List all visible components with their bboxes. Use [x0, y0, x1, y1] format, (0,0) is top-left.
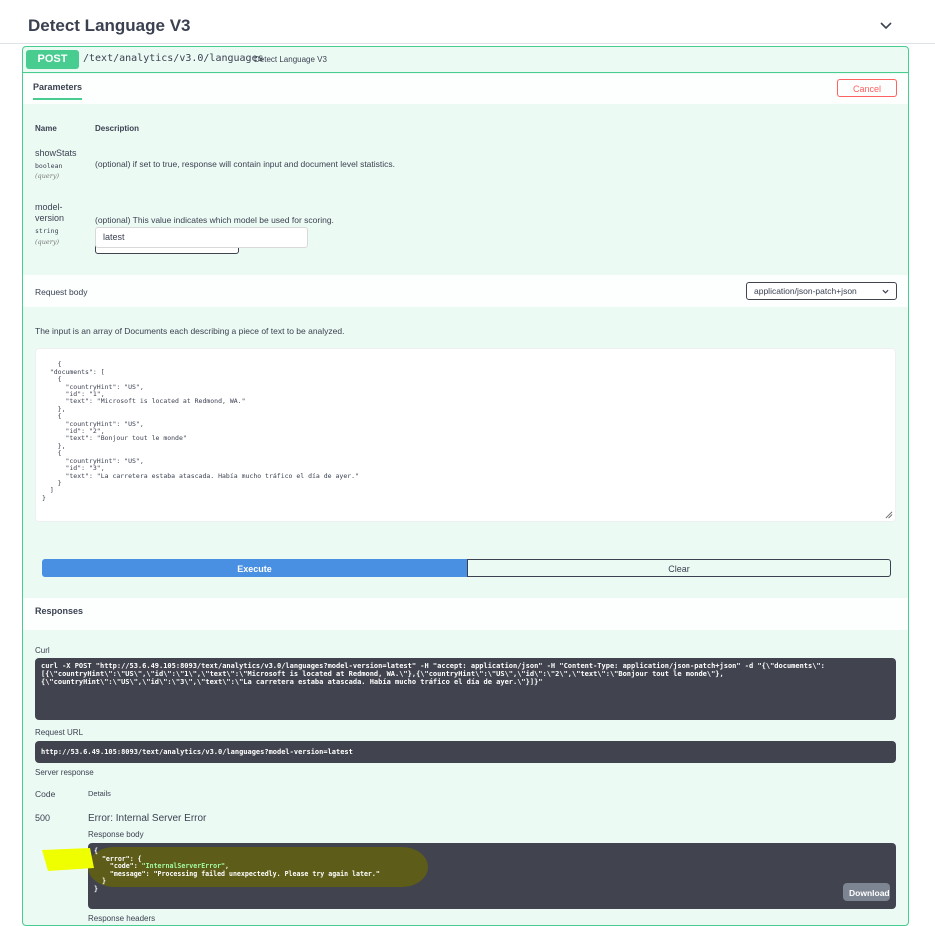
param-description-model-version: (optional) This value indicates which mo… — [95, 215, 334, 225]
download-button[interactable]: Download — [843, 883, 890, 901]
curl-command[interactable]: curl -X POST "http://53.6.49.105:8093/te… — [35, 658, 896, 720]
chevron-down-icon — [882, 289, 889, 294]
request-url-label: Request URL — [35, 728, 84, 737]
section-title: Detect Language V3 — [28, 16, 191, 35]
parameters-table: Name Description showStats boolean (quer… — [23, 104, 908, 274]
param-name-model-version-line2: version — [35, 213, 65, 223]
operation-block: POST /text/analytics/v3.0/languages Dete… — [22, 46, 909, 926]
responses-header: Responses — [23, 598, 908, 630]
request-body-label: Request body — [35, 287, 88, 297]
request-url[interactable]: http://53.6.49.105:8093/text/analytics/v… — [35, 741, 896, 763]
curl-label: Curl — [35, 646, 50, 655]
server-response-label: Server response — [35, 768, 94, 777]
content-type-select[interactable]: application/json-patch+json — [746, 282, 897, 300]
section-header[interactable]: Detect Language V3 — [0, 0, 935, 44]
response-body-json: { "error": { "code": "InternalServerErro… — [94, 847, 380, 893]
method-badge: POST — [26, 50, 79, 69]
response-body[interactable]: { "error": { "code": "InternalServerErro… — [88, 843, 896, 909]
column-header-name: Name — [35, 124, 57, 133]
response-headers-label: Response headers — [88, 914, 156, 923]
column-header-description: Description — [95, 124, 140, 133]
json-message-value: "Processing failed unexpectedly. Please … — [153, 869, 380, 878]
highlighter-mark — [42, 848, 94, 871]
model-version-input[interactable]: latest — [95, 227, 308, 248]
param-name-model-version-line1: model- — [35, 202, 63, 212]
response-status-code: 500 — [35, 813, 51, 823]
tab-bar: Parameters Cancel — [23, 74, 908, 104]
request-body-header: Request body application/json-patch+json — [23, 275, 908, 307]
param-type-showstats: boolean — [35, 162, 63, 170]
column-header-details: Details — [88, 789, 111, 798]
resize-handle-icon[interactable] — [884, 510, 893, 519]
request-body-editor[interactable]: { "documents": [ { "countryHint": "US", … — [35, 348, 896, 522]
param-type-model-version: string — [35, 227, 59, 235]
request-body-description: The input is an array of Documents each … — [35, 326, 345, 336]
json-inner-close: } — [101, 877, 106, 886]
param-in-showstats: (query) — [35, 172, 60, 180]
responses-title: Responses — [35, 606, 84, 616]
response-status-text: Error: Internal Server Error — [88, 813, 207, 824]
param-name-showstats: showStats — [35, 148, 77, 158]
chevron-down-icon[interactable] — [878, 18, 894, 34]
execute-button[interactable]: Execute — [42, 559, 467, 577]
json-outer-close: } — [94, 884, 98, 893]
column-header-code: Code — [35, 789, 56, 799]
clear-button[interactable]: Clear — [467, 559, 891, 577]
operation-summary-text: Detect Language V3 — [254, 55, 327, 64]
tab-parameters[interactable]: Parameters — [33, 82, 83, 100]
content-type-value: application/json-patch+json — [754, 286, 857, 296]
json-message-key: "message": — [109, 869, 154, 878]
operation-path: /text/analytics/v3.0/languages — [83, 53, 264, 64]
operation-summary[interactable]: POST /text/analytics/v3.0/languages Dete… — [23, 47, 908, 73]
request-body-example: { "documents": [ { "countryHint": "US", … — [42, 360, 359, 502]
param-in-model-version: (query) — [35, 238, 60, 246]
response-body-label: Response body — [88, 830, 144, 839]
cancel-button[interactable]: Cancel — [837, 79, 897, 97]
param-description-showstats: (optional) if set to true, response will… — [95, 159, 396, 169]
